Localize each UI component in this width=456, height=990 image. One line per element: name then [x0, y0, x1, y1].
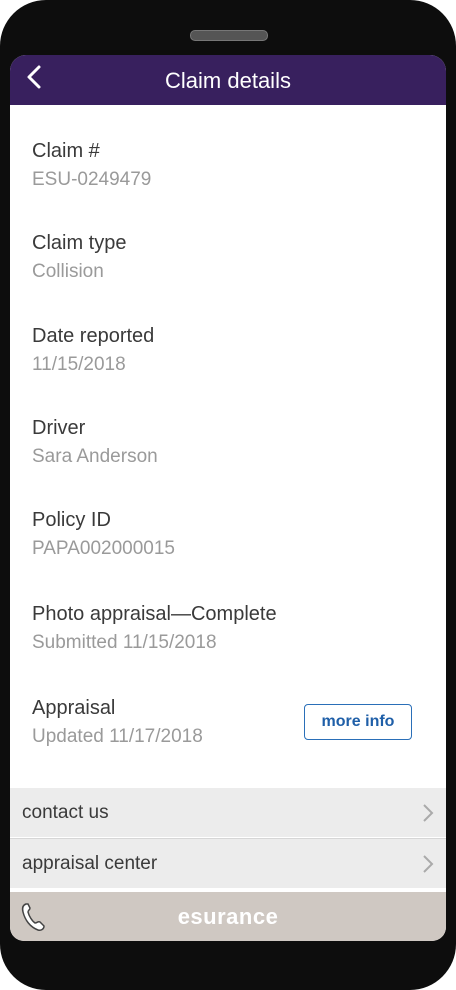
footer-bar: esurance [10, 892, 446, 941]
field-value: ESU-0249479 [32, 169, 152, 190]
link-label: contact us [22, 802, 109, 823]
field-value: Collision [32, 261, 104, 282]
field-value: Submitted 11/15/2018 [32, 632, 217, 653]
link-label: appraisal center [22, 853, 158, 874]
driver-field: Driver Sara Anderson [32, 415, 158, 470]
appraisal-center-link[interactable]: appraisal center [10, 839, 446, 888]
claim-type-field: Claim type Collision [32, 230, 126, 285]
appraisal-field: Appraisal Updated 11/17/2018 [32, 695, 203, 750]
policy-id-field: Policy ID PAPA002000015 [32, 507, 175, 562]
app-header: Claim details [10, 55, 446, 105]
field-label: Driver [32, 417, 86, 439]
page-title: Claim details [165, 68, 291, 93]
phone-frame: Claim details Claim # ESU-0249479 Claim … [0, 0, 456, 990]
field-label: Photo appraisal—Complete [32, 603, 277, 625]
field-label: Claim type [32, 232, 127, 254]
field-label: Claim # [32, 140, 100, 162]
date-reported-field: Date reported 11/15/2018 [32, 323, 154, 378]
field-value: Sara Anderson [32, 446, 158, 467]
app-screen: Claim details Claim # ESU-0249479 Claim … [10, 55, 446, 941]
more-info-button[interactable]: more info [304, 704, 412, 740]
back-chevron-icon[interactable] [26, 64, 42, 96]
field-value: PAPA002000015 [32, 538, 175, 559]
esurance-logo: esurance [177, 904, 279, 929]
claim-number-field: Claim # ESU-0249479 [32, 138, 151, 193]
field-label: Date reported [32, 325, 155, 347]
field-label: Appraisal [32, 697, 116, 719]
photo-appraisal-field: Photo appraisal—Complete Submitted 11/15… [32, 601, 277, 656]
field-label: Policy ID [32, 509, 111, 531]
field-value: 11/15/2018 [32, 354, 126, 375]
contact-us-link[interactable]: contact us [10, 788, 446, 837]
phone-speaker [190, 30, 268, 41]
field-value: Updated 11/17/2018 [32, 726, 203, 747]
